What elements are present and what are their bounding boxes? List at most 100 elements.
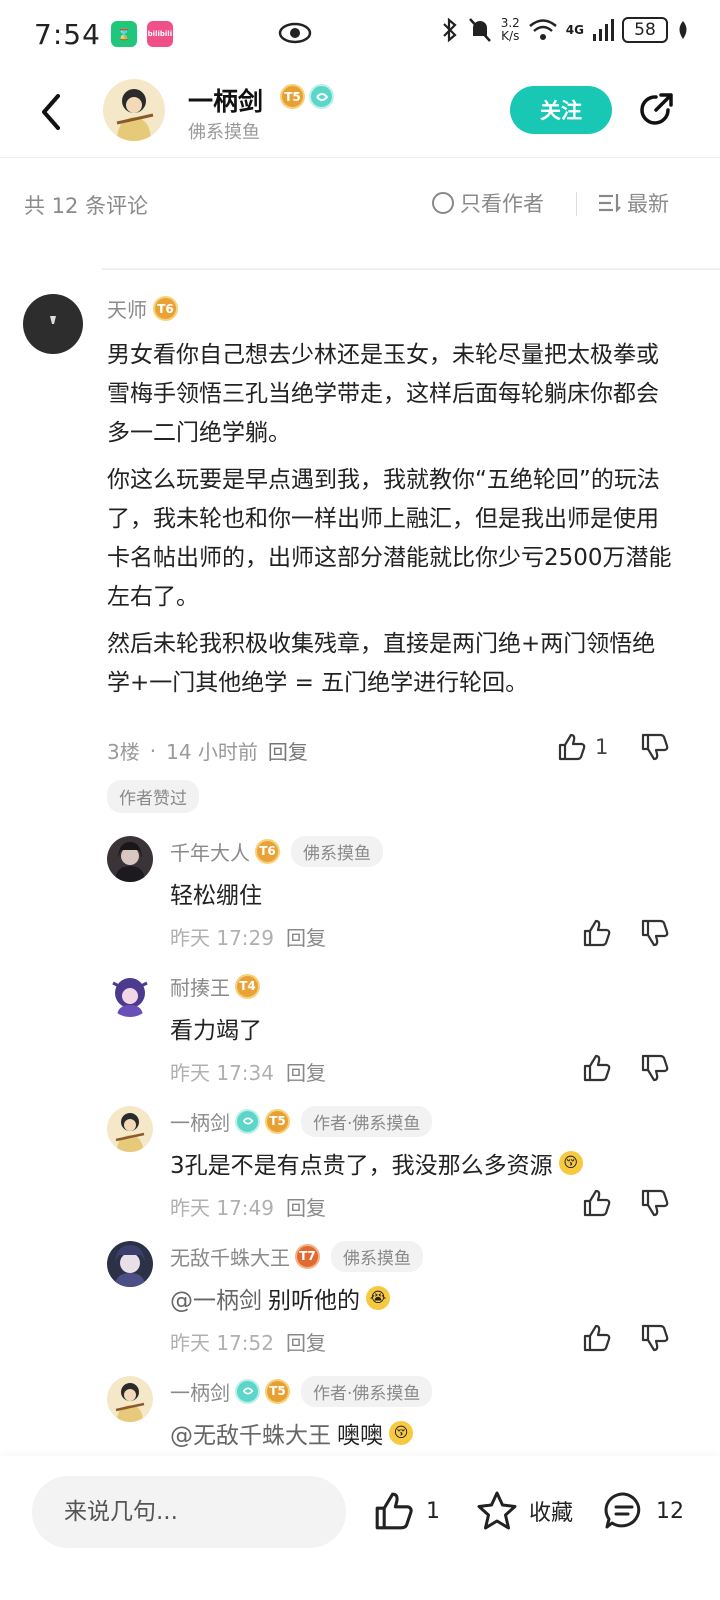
comment-time: 14 小时前 (166, 740, 258, 764)
user-tag: 作者·佛系摸鱼 (301, 1105, 433, 1137)
comment-count: 12 (656, 1498, 684, 1524)
comment-filter-row: 共 12 条评论 只看作者 最新 (0, 158, 720, 250)
thumbs-down-icon[interactable] (640, 1188, 670, 1218)
thumbs-up-icon (558, 733, 586, 761)
reply-avatar[interactable] (107, 1376, 153, 1422)
reply-item: 耐揍王 T4 看力竭了 昨天 17:34 回复 (0, 971, 720, 1106)
thumbs-down-icon[interactable] (640, 918, 670, 948)
comment-paragraph: 你这么玩要是早点遇到我，我就教你“五绝轮回”的玩法了，我未轮也和你一样出师上融汇… (107, 467, 672, 610)
author-badges: T5 (280, 84, 334, 109)
comment-meta: 3楼 · 14 小时前 回复 (107, 736, 308, 765)
sort-icon (599, 194, 621, 213)
reply-button[interactable]: 回复 (286, 1192, 326, 1221)
thumbs-up-icon[interactable] (582, 1323, 612, 1353)
mention-link[interactable]: @一柄剑 (170, 1281, 262, 1315)
status-right-group: 3.2 K/s 4G 58 (441, 16, 690, 44)
reply-time: 昨天 17:52 (170, 1331, 274, 1355)
reply-content: 别听他的 (268, 1288, 360, 1314)
sort-button[interactable]: 最新 (597, 188, 669, 218)
reply-item: 一柄剑 T5 作者·佛系摸鱼 3孔是不是有点贵了，我没那么多资源 😚 昨天 17… (0, 1105, 720, 1241)
hourglass-app-icon: ⌛ (110, 21, 137, 47)
author-name[interactable]: 一柄剑 (188, 82, 263, 118)
reply-author-name[interactable]: 一柄剑 (170, 1107, 230, 1136)
reply-button[interactable]: 回复 (286, 1327, 326, 1356)
eye-icon (278, 22, 312, 44)
post-like-button[interactable]: 1 (372, 1490, 440, 1532)
reply-text: @一柄剑 别听他的 😭 (170, 1281, 390, 1315)
reply-text: 3孔是不是有点贵了，我没那么多资源 😚 (170, 1146, 583, 1180)
meta-separator: · (149, 738, 157, 763)
comment-paragraph: 然后未轮我积极收集残章，直接是两门绝+两门领悟绝学+一门其他绝学 = 五门绝学进… (107, 631, 656, 696)
comment-input[interactable] (32, 1476, 346, 1548)
comments-button[interactable]: 12 (602, 1490, 684, 1532)
thumbs-down-icon[interactable] (640, 1323, 670, 1353)
reply-meta: 昨天 17:52 回复 (170, 1327, 326, 1356)
comment-paragraph: 男女看你自己想去少林还是玉女，未轮尽量把太极拳或雪梅手领悟三孔当绝学带走，这样后… (107, 342, 659, 446)
bilibili-app-icon: bilibili (146, 21, 173, 47)
level-badge: T5 (265, 1108, 290, 1134)
kiss-emoji-icon: 😚 (389, 1421, 413, 1445)
section-divider (102, 268, 720, 270)
commenter-avatar[interactable] (23, 294, 83, 354)
comment-count-label: 共 12 条评论 (24, 194, 149, 218)
mint-swirl-badge-icon (235, 1108, 260, 1134)
reply-avatar[interactable] (107, 836, 153, 882)
reply-item: 一柄剑 T5 作者·佛系摸鱼 @无敌千蛛大王 噢噢 😚 (0, 1376, 720, 1456)
author-avatar[interactable] (103, 79, 165, 141)
comment-bubble-icon (604, 1492, 641, 1529)
signal-icon (593, 19, 614, 41)
thumbs-down-icon[interactable] (640, 732, 670, 762)
reply-content: 看力竭了 (170, 1018, 262, 1044)
post-like-count: 1 (426, 1498, 440, 1524)
leaf-icon (679, 21, 687, 39)
reply-content: 噢噢 (337, 1423, 383, 1449)
thumbs-up-icon[interactable] (582, 1188, 612, 1218)
author-tag: 佛系摸鱼 (188, 122, 260, 143)
reply-avatar[interactable] (107, 1241, 153, 1287)
reply-name-row: 千年大人 T6 佛系摸鱼 (170, 835, 383, 867)
reply-button[interactable]: 回复 (268, 736, 308, 765)
reply-button[interactable]: 回复 (286, 922, 326, 951)
reply-avatar[interactable] (107, 1106, 153, 1152)
network-type: 4G (565, 23, 584, 37)
wifi-icon (528, 19, 557, 40)
commenter-name[interactable]: 天师 (107, 294, 147, 323)
reply-author-name[interactable]: 耐揍王 (170, 972, 230, 1001)
collect-button[interactable]: 收藏 (475, 1490, 573, 1532)
bottom-action-bar: 1 收藏 12 (0, 1456, 720, 1600)
reply-name-row: 一柄剑 T5 作者·佛系摸鱼 (170, 1105, 433, 1137)
mention-link[interactable]: @无敌千蛛大王 (170, 1416, 331, 1450)
star-icon (477, 1491, 517, 1530)
reply-meta: 昨天 17:34 回复 (170, 1057, 326, 1086)
level-badge: T6 (153, 296, 178, 321)
reply-item: 无敌千蛛大王 T7 佛系摸鱼 @一柄剑 别听他的 😭 昨天 17:52 回复 (0, 1240, 720, 1376)
reply-button[interactable]: 回复 (286, 1057, 326, 1086)
commenter-name-row: 天师 T6 (107, 294, 178, 323)
mint-swirl-badge-icon (309, 84, 334, 109)
status-bar: 7:54 ⌛ bilibili 3.2 K/s 4G 58 (0, 0, 720, 68)
radio-icon (432, 192, 454, 214)
thumbs-up-icon[interactable] (582, 918, 612, 948)
follow-button[interactable]: 关注 (510, 86, 612, 134)
reply-time: 昨天 17:29 (170, 926, 274, 950)
bluetooth-icon (442, 17, 457, 43)
divider (576, 192, 577, 216)
author-only-toggle[interactable]: 只看作者 (432, 188, 544, 218)
back-arrow-icon[interactable] (34, 90, 70, 134)
author-liked-badge: 作者赞过 (107, 780, 199, 813)
level-badge: T7 (295, 1243, 320, 1269)
reply-time: 昨天 17:34 (170, 1061, 274, 1085)
level-badge: T5 (280, 84, 305, 109)
reply-author-name[interactable]: 无敌千蛛大王 (170, 1242, 290, 1271)
reply-text: 轻松绷住 (170, 876, 262, 910)
like-button[interactable]: 1 (557, 732, 608, 762)
reply-author-name[interactable]: 千年大人 (170, 837, 250, 866)
reply-avatar[interactable] (107, 971, 153, 1017)
thumbs-up-icon[interactable] (582, 1053, 612, 1083)
share-icon[interactable] (634, 88, 678, 132)
reply-text: @无敌千蛛大王 噢噢 😚 (170, 1416, 413, 1450)
user-tag: 佛系摸鱼 (331, 1240, 423, 1272)
reply-author-name[interactable]: 一柄剑 (170, 1377, 230, 1406)
battery-indicator: 58 (622, 17, 668, 43)
thumbs-down-icon[interactable] (640, 1053, 670, 1083)
